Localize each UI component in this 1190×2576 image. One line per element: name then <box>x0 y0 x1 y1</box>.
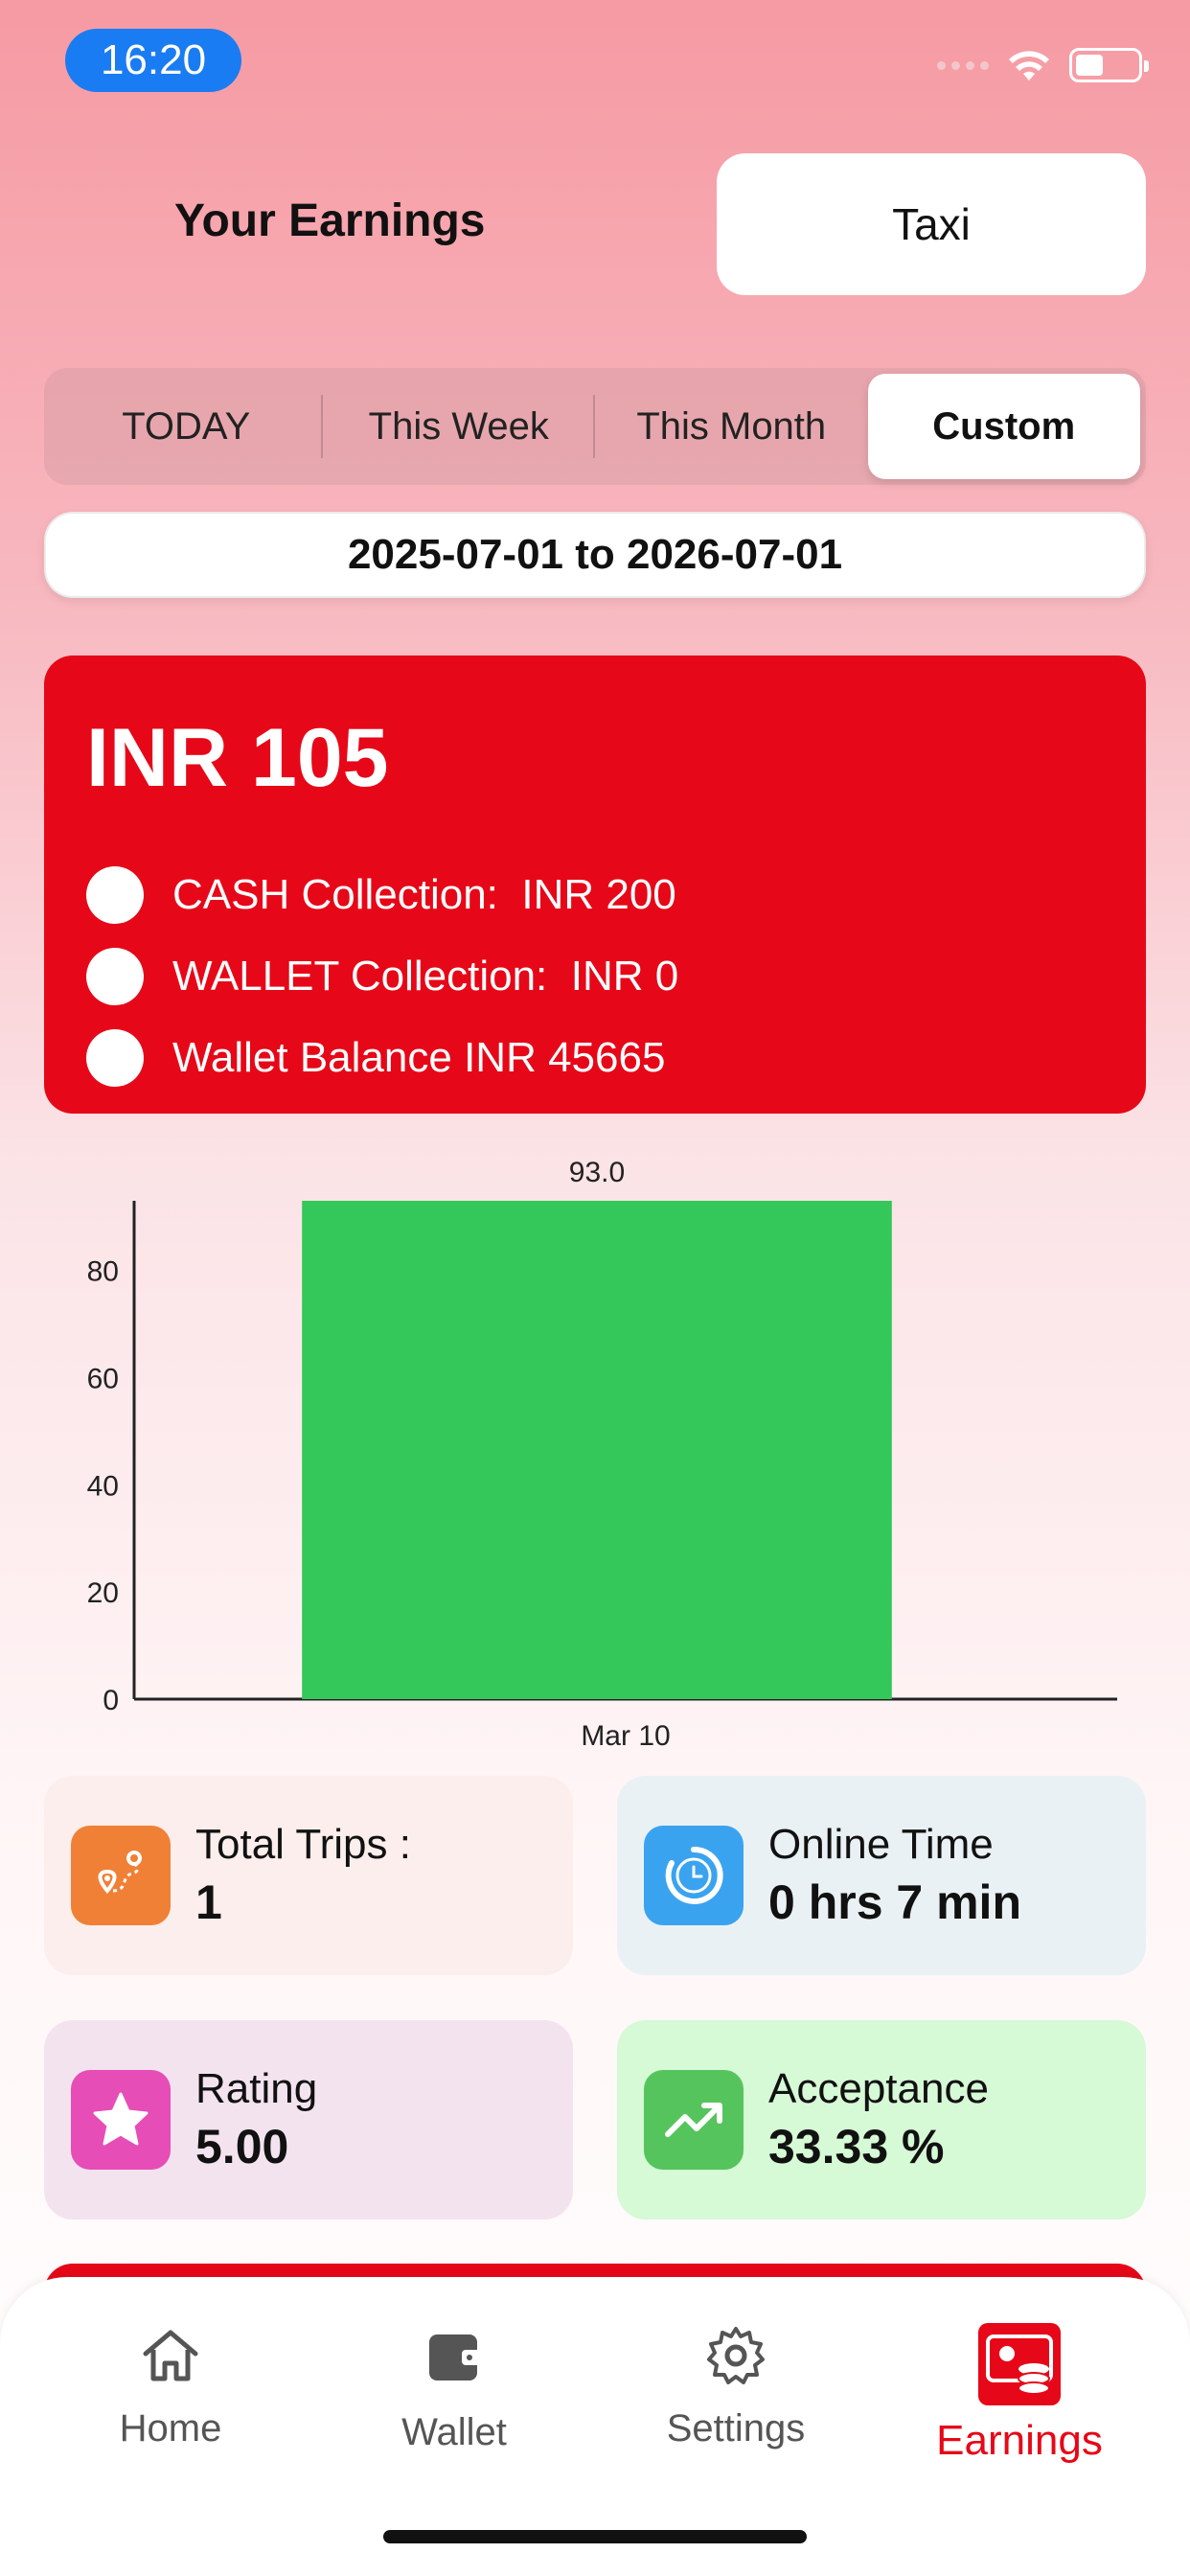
rating-card[interactable]: Rating 5.00 <box>44 2020 573 2220</box>
nav-earnings[interactable]: Earnings <box>904 2321 1134 2465</box>
wallet-collection-text: WALLET Collection: INR 0 <box>172 953 679 1000</box>
bullet-icon <box>86 866 144 924</box>
earnings-bar-chart: 0 20 40 60 80 93.0 Mar 10 <box>87 1157 1117 1752</box>
status-indicators <box>937 48 1149 82</box>
online-time-label: Online Time <box>768 1821 994 1868</box>
y-tick-label: 60 <box>87 1364 119 1395</box>
x-tick-label: Mar 10 <box>581 1720 670 1752</box>
star-icon <box>71 2070 171 2170</box>
rating-value: 5.00 <box>195 2120 289 2174</box>
online-time-card[interactable]: Online Time 0 hrs 7 min <box>617 1776 1146 1975</box>
total-earnings: INR 105 <box>86 712 389 804</box>
earnings-summary-card: INR 105 CASH Collection: INR 200 WALLET … <box>44 656 1146 1114</box>
acceptance-value: 33.33 % <box>768 2120 945 2174</box>
wallet-icon <box>429 2334 481 2380</box>
cash-collection-row: CASH Collection: INR 200 <box>86 866 676 924</box>
tab-this-week[interactable]: This Week <box>323 374 596 479</box>
earnings-icon <box>978 2323 1061 2405</box>
tab-today[interactable]: TODAY <box>50 374 323 479</box>
date-range-picker[interactable]: 2025-07-01 to 2026-07-01 <box>44 512 1146 598</box>
total-trips-label: Total Trips : <box>195 1821 411 1868</box>
nav-wallet-label: Wallet <box>401 2411 507 2453</box>
period-tabs: TODAY This Week This Month Custom <box>44 368 1146 485</box>
nav-settings[interactable]: Settings <box>621 2321 851 2450</box>
home-indicator <box>383 2530 807 2543</box>
bar-data-label: 93.0 <box>569 1157 625 1188</box>
bar-0 <box>302 1201 892 1699</box>
wallet-balance-row: Wallet Balance INR 45665 <box>86 1029 665 1087</box>
cash-collection-text: CASH Collection: INR 200 <box>172 871 676 918</box>
bullet-icon <box>86 1029 144 1087</box>
y-tick-label: 80 <box>87 1256 119 1288</box>
acceptance-label: Acceptance <box>768 2065 989 2112</box>
online-time-value: 0 hrs 7 min <box>768 1875 1021 1929</box>
wifi-icon <box>1009 51 1049 80</box>
bullet-icon <box>86 948 144 1005</box>
status-time: 16:20 <box>65 29 241 92</box>
nav-home[interactable]: Home <box>56 2321 286 2450</box>
earnings-chart: 0 20 40 60 80 93.0 Mar 10 <box>38 1150 1150 1763</box>
nav-home-label: Home <box>119 2407 222 2450</box>
wallet-collection-row: WALLET Collection: INR 0 <box>86 948 678 1005</box>
y-tick-label: 0 <box>103 1685 119 1716</box>
home-icon <box>143 2330 198 2381</box>
total-trips-value: 1 <box>195 1875 222 1929</box>
page-title: Your Earnings <box>174 196 486 246</box>
service-type-button[interactable]: Taxi <box>717 153 1146 295</box>
gear-icon <box>707 2327 765 2384</box>
nav-earnings-label: Earnings <box>936 2417 1103 2464</box>
nav-wallet[interactable]: Wallet <box>339 2321 569 2454</box>
tab-custom[interactable]: Custom <box>867 374 1140 479</box>
battery-icon <box>1069 48 1149 82</box>
tab-this-month[interactable]: This Month <box>595 374 868 479</box>
total-trips-card[interactable]: Total Trips : 1 <box>44 1776 573 1975</box>
y-tick-label: 40 <box>87 1470 119 1502</box>
clock-icon <box>644 1826 744 1925</box>
route-icon <box>71 1826 171 1925</box>
acceptance-card[interactable]: Acceptance 33.33 % <box>617 2020 1146 2220</box>
y-tick-label: 20 <box>87 1577 119 1609</box>
cellular-signal-icon <box>937 60 989 70</box>
rating-label: Rating <box>195 2065 318 2112</box>
trending-up-icon <box>644 2070 744 2170</box>
wallet-balance-text: Wallet Balance INR 45665 <box>172 1034 666 1081</box>
nav-settings-label: Settings <box>666 2407 806 2450</box>
